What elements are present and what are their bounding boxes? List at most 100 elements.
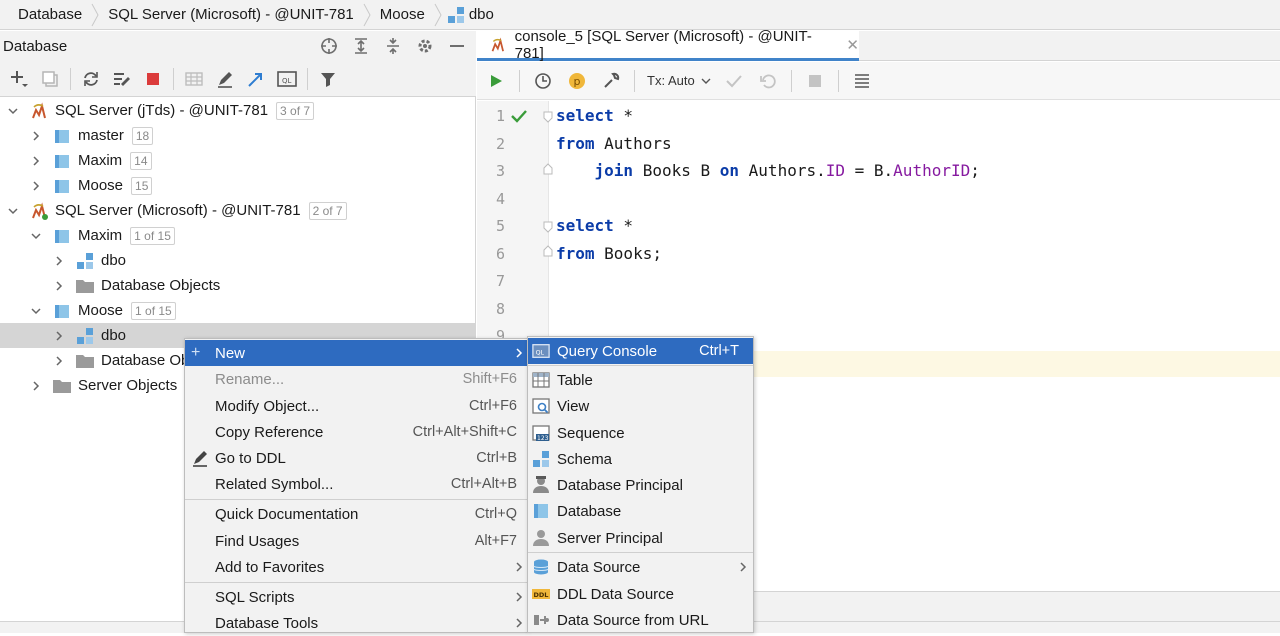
menu-item-rename[interactable]: Rename... Shift+F6 — [185, 366, 527, 392]
stop-icon[interactable] — [804, 70, 826, 92]
tree-item-label: Moose — [78, 302, 124, 319]
menu-item-find-usages[interactable]: Find Usages Alt+F7 — [185, 528, 527, 554]
submenu-item-query-console[interactable]: QL Query Console Ctrl+T — [528, 338, 753, 364]
chevron-down-icon[interactable] — [30, 230, 42, 242]
menu-item-related-symbol[interactable]: Related Symbol... Ctrl+Alt+B — [185, 471, 527, 497]
folder-icon — [75, 351, 95, 371]
tree-item-label: dbo — [101, 252, 127, 269]
submenu-item-database[interactable]: Database — [528, 498, 753, 524]
chevron-right-icon[interactable] — [53, 280, 65, 292]
menu-item-new[interactable]: + New — [185, 340, 527, 366]
add-icon[interactable] — [8, 68, 30, 90]
refresh-icon[interactable] — [80, 68, 102, 90]
tree-item-datasource-jtds[interactable]: SQL Server (jTds) - @UNIT-781 3 of 7 — [0, 98, 476, 123]
fold-icon[interactable] — [543, 111, 553, 123]
fold-icon[interactable] — [543, 245, 553, 257]
tree-item-datasource-microsoft[interactable]: SQL Server (Microsoft) - @UNIT-781 2 of … — [0, 198, 476, 223]
chevron-down-icon[interactable] — [30, 305, 42, 317]
minimize-icon[interactable] — [446, 35, 468, 57]
fold-icon[interactable] — [543, 221, 553, 233]
chevron-right-icon — [516, 618, 523, 628]
expand-all-icon[interactable] — [350, 35, 372, 57]
submenu-item-data-source[interactable]: Data Source — [528, 554, 753, 580]
submenu-item-data-source-from-url[interactable]: Data Source from URL — [528, 607, 753, 633]
gear-icon[interactable] — [414, 35, 436, 57]
chevron-right-icon[interactable] — [30, 380, 42, 392]
tree-item-master[interactable]: master 18 — [0, 123, 476, 148]
tree-item-dbo[interactable]: dbo — [0, 248, 476, 273]
filter-icon[interactable] — [317, 68, 339, 90]
tree-item-database-objects[interactable]: Database Objects — [0, 273, 476, 298]
close-icon[interactable]: ✕ — [846, 36, 859, 54]
stop-icon[interactable] — [142, 68, 164, 90]
submenu-item-sequence[interactable]: 123 Sequence — [528, 420, 753, 446]
breadcrumb-label: Database — [18, 6, 83, 23]
menu-item-label: Database Tools — [215, 614, 319, 632]
submenu-item-schema[interactable]: Schema — [528, 446, 753, 472]
duplicate-icon[interactable] — [39, 68, 61, 90]
breadcrumb-item-moose[interactable]: Moose — [376, 0, 429, 30]
editor-toolbar: p Tx: Auto — [477, 62, 1280, 100]
parameters-icon[interactable]: p — [566, 70, 588, 92]
menu-item-label: Database Principal — [557, 476, 683, 494]
tree-item-maxim[interactable]: Maxim 1 of 15 — [0, 223, 476, 248]
menu-item-shortcut: Ctrl+B — [476, 450, 517, 466]
submenu-item-view[interactable]: View — [528, 393, 753, 419]
breadcrumb-item-database[interactable]: Database — [14, 0, 86, 30]
tab-console-5[interactable]: console_5 [SQL Server (Microsoft) - @UNI… — [477, 28, 859, 62]
breadcrumb-label: Moose — [379, 6, 425, 23]
tree-item-maxim[interactable]: Maxim 14 — [0, 148, 476, 173]
table-view-icon[interactable] — [183, 68, 205, 90]
menu-item-label: Find Usages — [215, 532, 300, 550]
menu-separator — [185, 582, 527, 583]
submenu-item-table[interactable]: Table — [528, 367, 753, 393]
jump-to-source-icon[interactable] — [245, 68, 267, 90]
run-icon[interactable] — [485, 70, 507, 92]
commit-icon[interactable] — [723, 70, 745, 92]
tree-item-moose[interactable]: Moose 15 — [0, 173, 476, 198]
chevron-right-icon[interactable] — [53, 355, 65, 367]
submenu-item-server-principal[interactable]: Server Principal — [528, 525, 753, 551]
tree-item-moose[interactable]: Moose 1 of 15 — [0, 298, 476, 323]
history-icon[interactable] — [532, 70, 554, 92]
fold-icon[interactable] — [543, 163, 553, 175]
chevron-right-icon[interactable] — [53, 255, 65, 267]
chevron-right-icon[interactable] — [30, 155, 42, 167]
breadcrumb-label: SQL Server (Microsoft) - @UNIT-781 — [108, 6, 354, 23]
menu-item-go-to-ddl[interactable]: Go to DDL Ctrl+B — [185, 445, 527, 471]
menu-item-label: Copy Reference — [215, 423, 324, 441]
database-panel-header: Database — [0, 31, 476, 61]
chevron-right-icon[interactable] — [53, 330, 65, 342]
wrench-icon[interactable] — [600, 70, 622, 92]
chevron-down-icon[interactable] — [7, 205, 19, 217]
menu-item-database-tools[interactable]: Database Tools — [185, 610, 527, 636]
line-number: 4 — [495, 190, 505, 208]
database-toolbar: QL — [0, 61, 476, 97]
menu-item-sql-scripts[interactable]: SQL Scripts — [185, 584, 527, 610]
properties-icon[interactable] — [111, 68, 133, 90]
edit-icon[interactable] — [214, 68, 236, 90]
collapse-all-icon[interactable] — [382, 35, 404, 57]
tree-item-label: Moose — [78, 177, 124, 194]
transaction-mode-dropdown[interactable]: Tx: Auto — [647, 73, 711, 88]
breadcrumb-item-datasource[interactable]: SQL Server (Microsoft) - @UNIT-781 — [104, 0, 358, 30]
panel-title: Database — [3, 37, 68, 55]
rollback-icon[interactable] — [757, 70, 779, 92]
query-console-icon[interactable]: QL — [276, 68, 298, 90]
svg-text:DDL: DDL — [534, 591, 549, 599]
submenu-item-ddl-data-source[interactable]: DDL DDL Data Source — [528, 581, 753, 607]
chevron-down-icon[interactable] — [7, 105, 19, 117]
menu-item-add-to-favorites[interactable]: Add to Favorites — [185, 554, 527, 580]
chevron-right-icon[interactable] — [30, 180, 42, 192]
breadcrumb-item-dbo[interactable]: dbo — [447, 0, 498, 30]
menu-item-copy-reference[interactable]: Copy Reference Ctrl+Alt+Shift+C — [185, 419, 527, 445]
crosshair-icon[interactable] — [318, 35, 340, 57]
submenu-item-database-principal[interactable]: Database Principal — [528, 472, 753, 498]
menu-item-shortcut: Ctrl+Alt+B — [450, 476, 517, 492]
menu-item-quick-documentation[interactable]: Quick Documentation Ctrl+Q — [185, 501, 527, 527]
output-icon[interactable] — [851, 70, 873, 92]
menu-item-modify-object[interactable]: Modify Object... Ctrl+F6 — [185, 393, 527, 419]
chevron-right-icon[interactable] — [30, 130, 42, 142]
breadcrumb-label: dbo — [468, 6, 494, 23]
datasource-stack-icon — [533, 559, 549, 575]
